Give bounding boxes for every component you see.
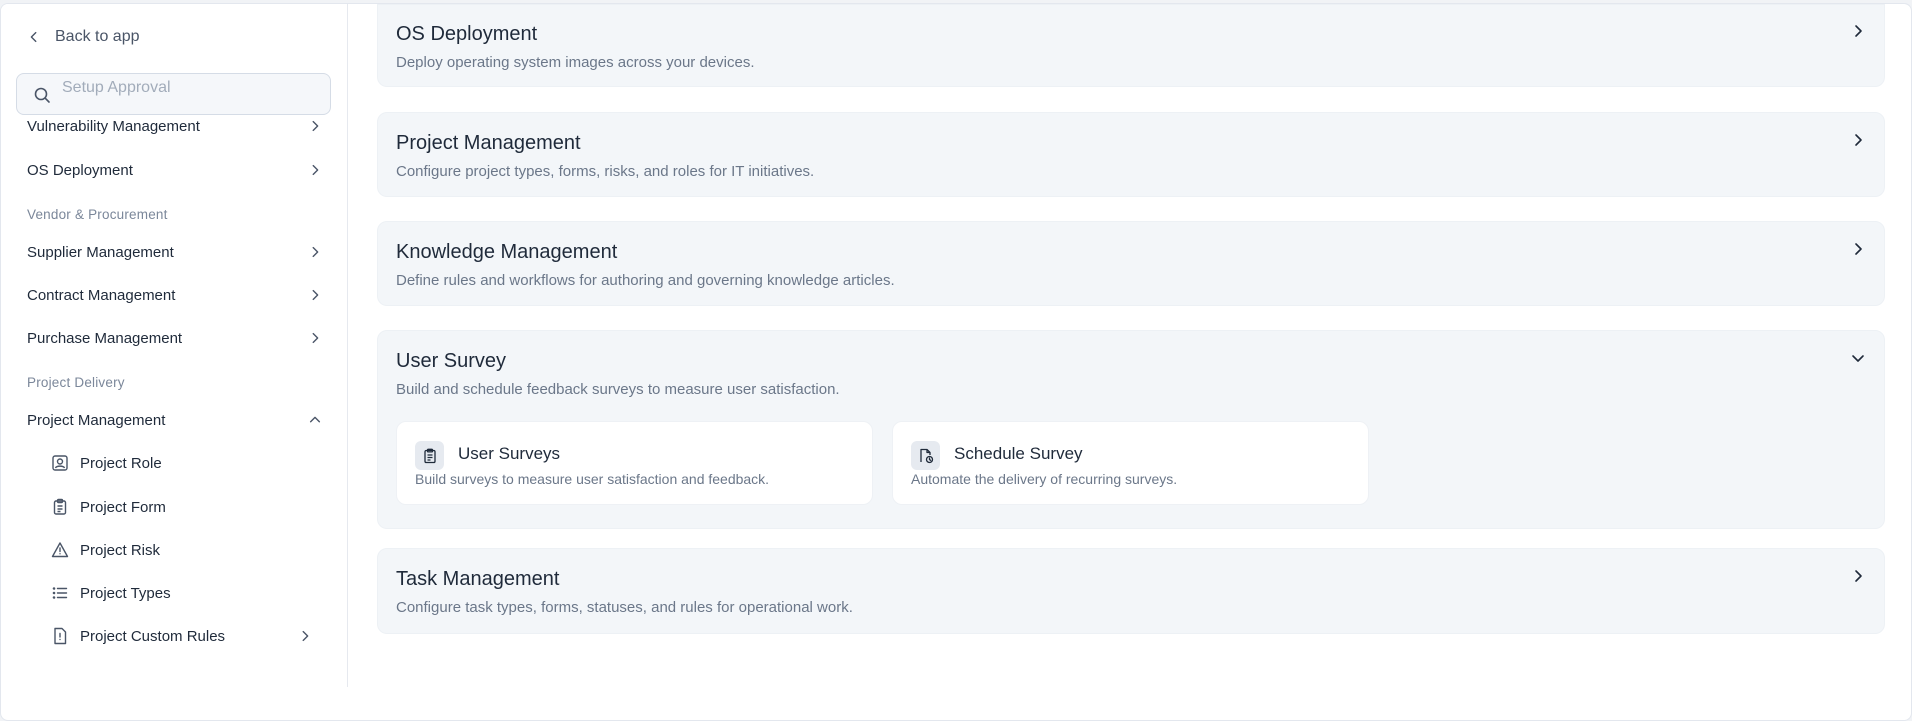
- chevron-right-icon: [312, 164, 319, 176]
- file-clock-icon: [911, 441, 940, 470]
- sidebar-subitem-label: Project Custom Rules: [80, 627, 226, 645]
- subcard-title: Schedule Survey: [954, 444, 1083, 463]
- section-label-vendor-procurement: Vendor & Procurement: [27, 207, 168, 222]
- card-title: Task Management: [396, 568, 560, 590]
- main-content: OS Deployment Deploy operating system im…: [349, 4, 1911, 687]
- sidebar-subitem-project-risk[interactable]: Project Risk: [50, 536, 312, 564]
- sidebar-item-label: Contract Management: [27, 286, 176, 304]
- chevron-right-icon: [312, 289, 319, 301]
- subcard-schedule-survey[interactable]: Schedule Survey Automate the delivery of…: [892, 421, 1369, 505]
- card-project-management[interactable]: Project Management Configure project typ…: [377, 112, 1885, 197]
- sidebar-item-contract-management[interactable]: Contract Management: [27, 281, 322, 309]
- search-box[interactable]: [16, 73, 331, 115]
- back-to-app-link[interactable]: Back to app: [27, 28, 140, 46]
- card-title: User Survey: [396, 350, 507, 372]
- card-os-deployment[interactable]: OS Deployment Deploy operating system im…: [377, 4, 1885, 87]
- search-input[interactable]: [62, 76, 322, 100]
- search-icon: [34, 87, 50, 103]
- sidebar: Back to app Vulnerability Management OS …: [1, 4, 348, 687]
- section-label-project-delivery: Project Delivery: [27, 375, 125, 390]
- sidebar-item-os-deployment[interactable]: OS Deployment: [27, 156, 322, 184]
- chevron-right-icon: [1855, 134, 1862, 146]
- sidebar-subitem-label: Project Risk: [80, 541, 161, 559]
- sidebar-subitem-project-role[interactable]: Project Role: [50, 449, 312, 477]
- card-description: Configure project types, forms, risks, a…: [396, 163, 815, 180]
- subcard-description: Build surveys to measure user satisfacti…: [415, 471, 770, 487]
- card-description: Configure task types, forms, statuses, a…: [396, 599, 853, 616]
- card-description: Deploy operating system images across yo…: [396, 54, 755, 71]
- card-knowledge-management[interactable]: Knowledge Management Define rules and wo…: [377, 221, 1885, 306]
- sidebar-subitem-project-types[interactable]: Project Types: [50, 579, 312, 607]
- chevron-right-icon: [312, 120, 319, 132]
- clipboard-icon: [50, 497, 70, 517]
- chevron-down-icon: [1852, 355, 1864, 362]
- chevron-right-icon: [1855, 570, 1862, 582]
- card-title: Knowledge Management: [396, 241, 618, 263]
- file-alert-icon: [50, 626, 70, 646]
- sidebar-item-label: Project Management: [27, 411, 166, 429]
- list-icon: [50, 583, 70, 603]
- back-to-app-label: Back to app: [55, 28, 140, 45]
- sidebar-item-label: Supplier Management: [27, 243, 174, 261]
- chevron-right-icon: [302, 630, 309, 642]
- warning-triangle-icon: [50, 540, 70, 560]
- chevron-right-icon: [312, 246, 319, 258]
- sidebar-item-purchase-management[interactable]: Purchase Management: [27, 324, 322, 352]
- sidebar-item-label: OS Deployment: [27, 161, 133, 179]
- card-task-management[interactable]: Task Management Configure task types, fo…: [377, 548, 1885, 634]
- subcard-user-surveys[interactable]: User Surveys Build surveys to measure us…: [396, 421, 873, 505]
- sidebar-item-label: Vulnerability Management: [27, 117, 200, 135]
- chevron-right-icon: [1855, 243, 1862, 255]
- sidebar-subitem-project-form[interactable]: Project Form: [50, 493, 312, 521]
- sidebar-item-supplier-management[interactable]: Supplier Management: [27, 238, 322, 266]
- card-description: Define rules and workflows for authoring…: [396, 272, 895, 289]
- card-description: Build and schedule feedback surveys to m…: [396, 381, 840, 398]
- user-square-icon: [50, 453, 70, 473]
- sidebar-item-vulnerability-management[interactable]: Vulnerability Management: [27, 112, 322, 140]
- subcard-title: User Surveys: [458, 444, 561, 463]
- subcard-description: Automate the delivery of recurring surve…: [911, 471, 1178, 487]
- sidebar-item-label: Purchase Management: [27, 329, 183, 347]
- chevron-right-icon: [1855, 25, 1862, 37]
- settings-window: Back to app Vulnerability Management OS …: [0, 3, 1912, 721]
- sidebar-subitem-label: Project Role: [80, 454, 162, 472]
- card-title: Project Management: [396, 132, 581, 154]
- clipboard-icon: [415, 441, 444, 470]
- card-title: OS Deployment: [396, 23, 538, 45]
- sidebar-item-project-management[interactable]: Project Management: [27, 406, 322, 434]
- sidebar-subitem-project-custom-rules[interactable]: Project Custom Rules: [50, 622, 312, 650]
- sidebar-subitem-label: Project Types: [80, 584, 171, 602]
- sidebar-subitem-label: Project Form: [80, 498, 166, 516]
- chevron-up-icon: [309, 416, 321, 423]
- chevron-left-icon: [30, 31, 37, 43]
- chevron-right-icon: [312, 332, 319, 344]
- card-user-survey[interactable]: User Survey Build and schedule feedback …: [377, 330, 1885, 529]
